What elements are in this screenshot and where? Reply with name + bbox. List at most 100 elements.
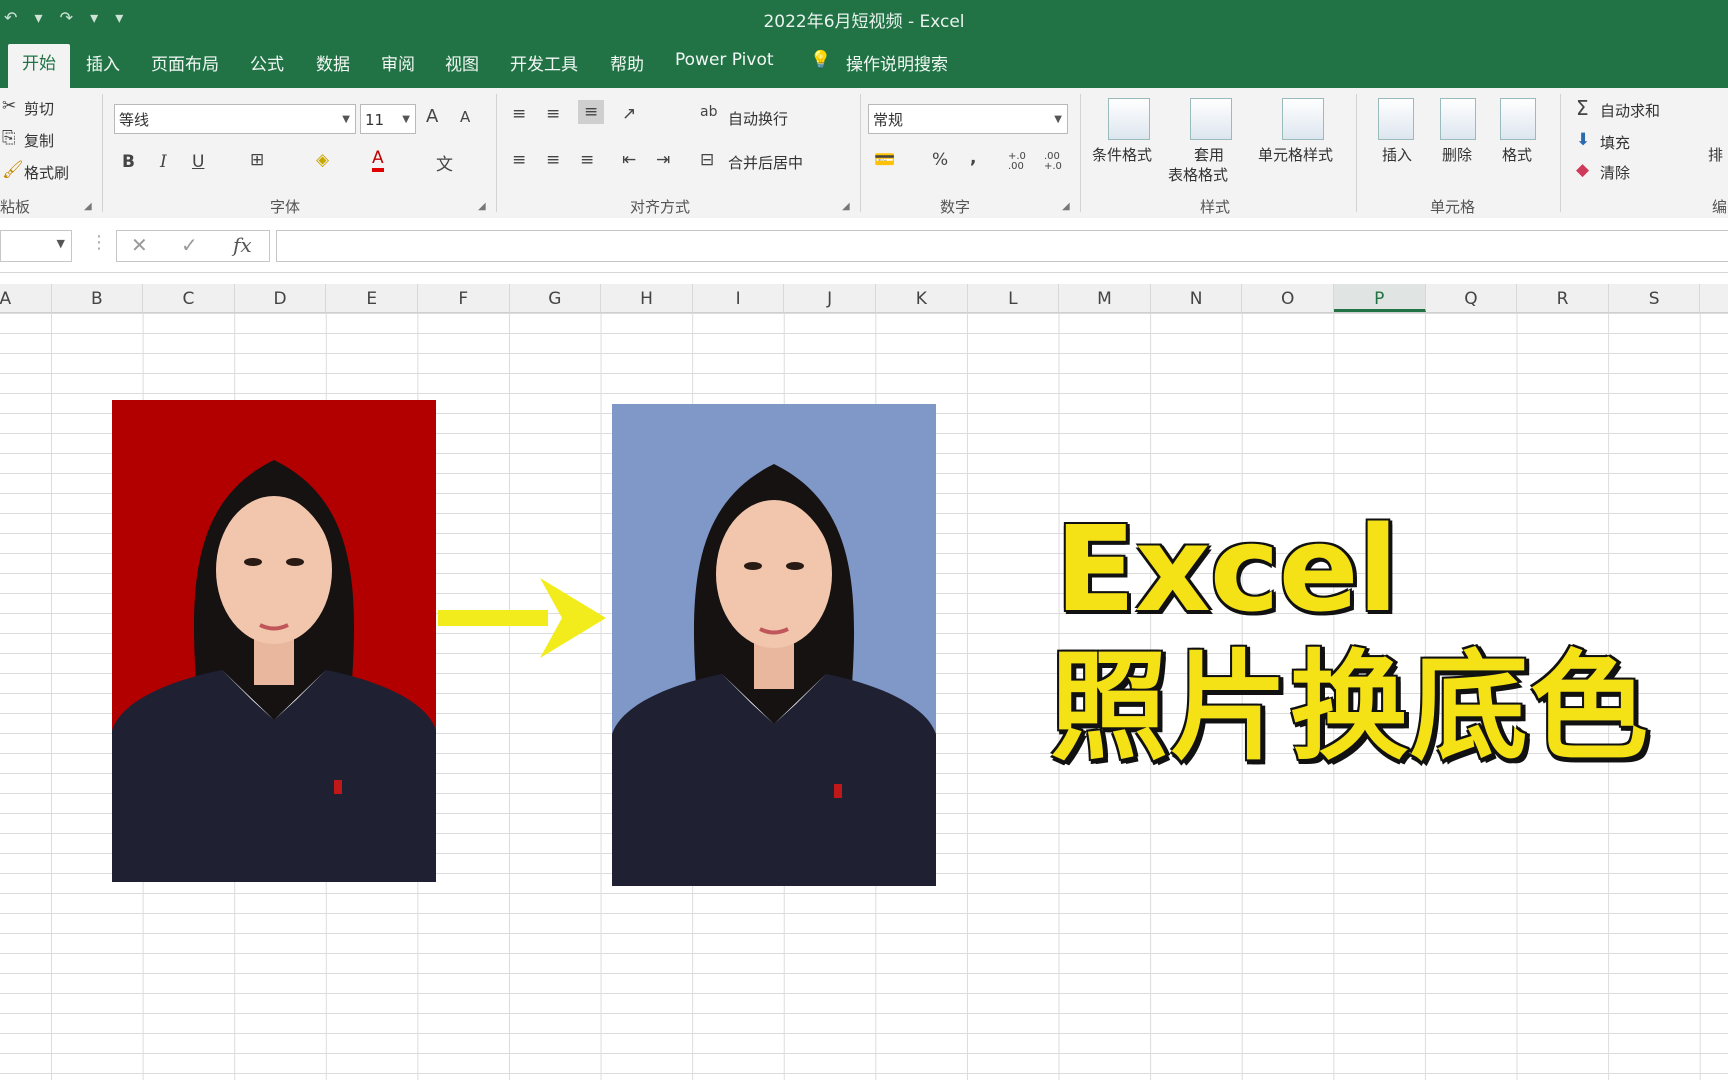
delete-cells-icon <box>1440 98 1476 140</box>
insert-function-icon[interactable]: fx <box>233 233 252 257</box>
align-top-icon[interactable]: ≡ <box>512 104 526 124</box>
conditional-formatting-icon <box>1108 98 1150 140</box>
align-left-icon[interactable]: ≡ <box>512 150 526 170</box>
format-painter-button[interactable]: 格式刷 <box>24 162 69 183</box>
increase-indent-icon[interactable]: ⇥ <box>656 150 670 170</box>
clipboard-launcher-icon[interactable]: ◢ <box>84 201 92 212</box>
format-cells-button[interactable]: 格式 <box>1502 144 1532 165</box>
alignment-launcher-icon[interactable]: ◢ <box>842 201 850 212</box>
fill-button[interactable]: 填充 <box>1600 132 1630 153</box>
font-group-label: 字体 <box>270 198 301 216</box>
column-header-L[interactable]: L <box>968 284 1060 312</box>
column-header-D[interactable]: D <box>235 284 327 312</box>
clear-button[interactable]: 清除 <box>1600 162 1630 183</box>
ribbon-separator <box>860 94 861 212</box>
lightbulb-icon: 💡 <box>810 50 832 70</box>
accounting-format-icon[interactable]: 💳 <box>874 150 895 170</box>
cancel-icon[interactable]: ✕ <box>131 233 148 257</box>
font-launcher-icon[interactable]: ◢ <box>478 201 486 212</box>
conditional-formatting-button[interactable]: 条件格式 <box>1092 144 1152 165</box>
orientation-icon[interactable]: ↗ <box>622 104 636 124</box>
column-header-E[interactable]: E <box>326 284 418 312</box>
delete-cells-button[interactable]: 删除 <box>1442 144 1472 165</box>
arrow-right-icon <box>438 578 606 658</box>
tab-review[interactable]: 审阅 <box>381 50 415 75</box>
column-header-Q[interactable]: Q <box>1426 284 1518 312</box>
fill-down-icon: ⬇ <box>1576 130 1591 150</box>
column-header-N[interactable]: N <box>1151 284 1243 312</box>
autosum-button[interactable]: 自动求和 <box>1600 100 1660 121</box>
sort-filter-button[interactable]: 排 <box>1708 144 1723 165</box>
cell-styles-button[interactable]: 单元格样式 <box>1258 144 1333 165</box>
tell-me-search[interactable]: 操作说明搜索 <box>846 50 948 75</box>
tab-help[interactable]: 帮助 <box>610 50 644 75</box>
chevron-down-icon: ▼ <box>56 237 65 250</box>
insert-cells-button[interactable]: 插入 <box>1382 144 1412 165</box>
column-header-M[interactable]: M <box>1059 284 1151 312</box>
tab-insert[interactable]: 插入 <box>86 50 120 75</box>
number-launcher-icon[interactable]: ◢ <box>1062 201 1070 212</box>
column-header-J[interactable]: J <box>784 284 876 312</box>
tab-home[interactable]: 开始 <box>8 44 70 88</box>
column-header-R[interactable]: R <box>1517 284 1609 312</box>
bold-button[interactable]: B <box>122 152 135 172</box>
column-header-P[interactable]: P <box>1334 284 1426 312</box>
italic-button[interactable]: I <box>160 152 167 172</box>
tab-data[interactable]: 数据 <box>316 50 350 75</box>
cut-button[interactable]: 剪切 <box>24 98 54 119</box>
enter-icon[interactable]: ✓ <box>181 233 198 257</box>
grow-font-button[interactable]: A <box>426 106 438 127</box>
formula-bar-grip-icon: ⋮ <box>90 232 108 253</box>
copy-button[interactable]: 复制 <box>24 130 54 151</box>
overlay-title: Excel <box>1055 500 1398 638</box>
borders-icon[interactable]: ⊞ <box>250 150 264 170</box>
font-size-value: 11 <box>365 111 385 129</box>
column-header-S[interactable]: S <box>1609 284 1701 312</box>
decrease-indent-icon[interactable]: ⇤ <box>622 150 636 170</box>
column-header-O[interactable]: O <box>1242 284 1334 312</box>
name-box[interactable]: ▼ <box>0 230 72 262</box>
column-header-G[interactable]: G <box>510 284 602 312</box>
tab-view[interactable]: 视图 <box>445 50 479 75</box>
format-as-table-line2[interactable]: 表格格式 <box>1168 164 1228 185</box>
comma-button[interactable]: , <box>970 148 976 168</box>
cut-icon: ✂ <box>2 96 17 116</box>
align-right-icon[interactable]: ≡ <box>580 150 594 170</box>
cell-styles-icon <box>1282 98 1324 140</box>
fill-color-icon[interactable]: ◈ <box>316 150 329 170</box>
photo-blue-background[interactable] <box>612 404 936 886</box>
column-header-A[interactable]: A <box>0 284 52 312</box>
column-header-B[interactable]: B <box>52 284 144 312</box>
wrap-text-icon: ab <box>700 104 718 120</box>
tab-page-layout[interactable]: 页面布局 <box>151 50 219 75</box>
ribbon-separator <box>1080 94 1081 212</box>
column-header-C[interactable]: C <box>143 284 235 312</box>
column-header-I[interactable]: I <box>693 284 785 312</box>
phonetic-guide-button[interactable]: 文 <box>436 150 453 175</box>
column-header-F[interactable]: F <box>418 284 510 312</box>
shrink-font-button[interactable]: A <box>460 108 470 126</box>
underline-button[interactable]: U <box>192 152 204 172</box>
formula-buttons: ✕ ✓ fx <box>116 230 270 262</box>
percent-button[interactable]: % <box>932 150 948 170</box>
font-name-combo[interactable]: 等线 ▼ <box>114 104 356 134</box>
tab-formulas[interactable]: 公式 <box>250 50 284 75</box>
format-as-table-icon <box>1190 98 1232 140</box>
increase-decimal-button[interactable]: +.0 .00 <box>1008 152 1032 172</box>
font-size-combo[interactable]: 11 ▼ <box>360 104 416 134</box>
column-header-K[interactable]: K <box>876 284 968 312</box>
merge-center-button[interactable]: 合并后居中 <box>728 152 803 173</box>
format-as-table-line1[interactable]: 套用 <box>1194 144 1224 165</box>
align-bottom-icon[interactable]: ≡ <box>578 100 605 124</box>
column-header-H[interactable]: H <box>601 284 693 312</box>
align-center-icon[interactable]: ≡ <box>546 150 560 170</box>
tab-power-pivot[interactable]: Power Pivot <box>675 50 774 70</box>
tab-developer[interactable]: 开发工具 <box>510 50 578 75</box>
decrease-decimal-button[interactable]: .00 +.0 <box>1044 152 1068 172</box>
wrap-text-button[interactable]: 自动换行 <box>728 108 788 129</box>
font-color-icon[interactable]: A <box>372 148 384 172</box>
photo-red-background[interactable] <box>112 400 436 882</box>
align-middle-icon[interactable]: ≡ <box>546 104 560 124</box>
number-format-combo[interactable]: 常规 ▼ <box>868 104 1068 134</box>
formula-input[interactable] <box>276 230 1728 262</box>
